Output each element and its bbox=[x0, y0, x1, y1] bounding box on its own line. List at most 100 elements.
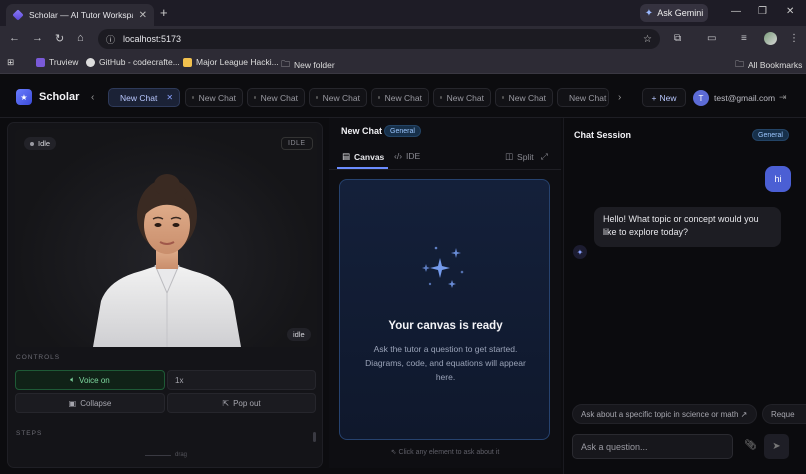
drag-label: drag bbox=[175, 452, 188, 458]
chevron-right-icon[interactable]: › bbox=[618, 92, 621, 103]
split-button[interactable]: ◫ Split bbox=[505, 151, 534, 162]
home-icon[interactable]: ⌂ bbox=[77, 32, 84, 44]
folder-icon: 🗀 bbox=[281, 59, 291, 69]
chat-title: New Chat bbox=[341, 126, 383, 136]
chat-tab-label: New Chat bbox=[384, 92, 422, 103]
send-button[interactable]: ➤ bbox=[764, 434, 789, 459]
steps-label: STEPS bbox=[16, 430, 43, 437]
suggestion-chip[interactable]: Ask about a specific topic in science or… bbox=[572, 404, 757, 424]
canvas-area[interactable]: Your canvas is ready Ask the tutor a que… bbox=[339, 179, 550, 440]
all-bookmarks[interactable]: 🗀 All Bookmarks bbox=[735, 57, 802, 73]
tab-canvas[interactable]: ▤ Canvas bbox=[342, 151, 384, 162]
chat-tab-label: New Chat bbox=[446, 92, 484, 103]
chat-session-title: Chat Session bbox=[574, 130, 632, 140]
pop-out-button[interactable]: ⇱ Pop out bbox=[167, 393, 316, 413]
collapse-icon: ▣ bbox=[68, 398, 77, 408]
browser-menu-icon[interactable]: ⋮ bbox=[789, 33, 799, 44]
app-header: ★ Scholar ‹ New Chat ✕ New Chat New Chat… bbox=[0, 74, 806, 118]
tutor-avatar-figure bbox=[93, 174, 241, 347]
chat-tab[interactable]: New Chat bbox=[433, 88, 491, 107]
avatar-state-label: idle bbox=[293, 330, 305, 339]
site-info-icon[interactable]: ⓘ bbox=[106, 33, 115, 46]
browser-tab[interactable]: Scholar — AI Tutor Workspace ✕ bbox=[6, 4, 154, 26]
browser-profile-avatar[interactable] bbox=[764, 32, 777, 45]
pop-out-label: Pop out bbox=[233, 398, 261, 408]
restore-icon[interactable]: ❐ bbox=[758, 6, 767, 17]
tab-ide[interactable]: ‹/› IDE bbox=[394, 151, 420, 161]
speed-value: 1x bbox=[175, 375, 184, 385]
split-icon: ◫ bbox=[505, 151, 514, 161]
scholar-favicon-icon bbox=[12, 9, 24, 21]
assistant-message: Hello! What topic or concept would you l… bbox=[594, 207, 781, 247]
avatar-state-pill: idle bbox=[287, 328, 311, 341]
close-chat-tab-icon[interactable]: ✕ bbox=[166, 93, 173, 102]
chat-tab[interactable]: New Chat bbox=[309, 88, 367, 107]
ask-gemini-button[interactable]: ✦ Ask Gemini bbox=[640, 4, 708, 22]
chat-tab[interactable]: New Chat bbox=[247, 88, 305, 107]
canvas-hint: ⇖ Click any element to ask about it bbox=[329, 448, 561, 456]
url-text: localhost:5173 bbox=[123, 34, 182, 44]
bookmark-github[interactable]: GitHub - codecrafte... bbox=[86, 57, 180, 67]
extensions-icon[interactable]: ⧉ bbox=[674, 33, 681, 44]
bookmark-star-icon[interactable]: ☆ bbox=[643, 34, 652, 45]
cast-icon[interactable]: ▭ bbox=[707, 33, 716, 44]
tab-dot-icon bbox=[316, 96, 318, 99]
bookmark-truview[interactable]: Truview bbox=[36, 57, 78, 67]
collapse-label: Collapse bbox=[80, 398, 112, 408]
address-bar[interactable]: ⓘ localhost:5173 ☆ bbox=[98, 29, 660, 49]
expand-icon[interactable]: ⤢ bbox=[541, 151, 548, 162]
ask-gemini-label: Ask Gemini bbox=[657, 8, 704, 18]
back-icon[interactable]: ← bbox=[9, 32, 20, 44]
steps-scrollbar[interactable] bbox=[313, 432, 316, 442]
chat-panel: Chat Session General hi Hello! What topi… bbox=[563, 118, 806, 474]
session-badge: General bbox=[752, 129, 789, 141]
forward-icon[interactable]: → bbox=[32, 32, 43, 44]
apps-grid-icon[interactable]: ⊞ bbox=[7, 57, 14, 68]
question-input[interactable] bbox=[572, 434, 733, 459]
canvas-icon: ▤ bbox=[342, 151, 351, 161]
logout-icon[interactable]: ⇥ bbox=[779, 92, 787, 103]
chat-tab-label: New Chat bbox=[508, 92, 546, 103]
all-bookmarks-label: All Bookmarks bbox=[748, 60, 803, 70]
chat-tab[interactable]: New Chat bbox=[185, 88, 243, 107]
sparkles-icon bbox=[422, 246, 464, 288]
chat-tab-label: New Chat bbox=[569, 92, 607, 103]
user-message: hi bbox=[765, 166, 791, 192]
reload-icon[interactable]: ↻ bbox=[55, 32, 64, 45]
chat-tab[interactable]: New Chat ✕ bbox=[108, 88, 180, 107]
chat-tab[interactable]: New Chat bbox=[557, 88, 609, 107]
tab-divider bbox=[329, 169, 561, 170]
bookmark-mlh[interactable]: Major League Hacki... bbox=[183, 57, 279, 67]
bookmark-label: GitHub - codecrafte... bbox=[99, 57, 180, 67]
user-avatar[interactable]: T bbox=[693, 90, 709, 106]
brand-name: Scholar bbox=[39, 91, 80, 103]
media-icon[interactable]: ≡ bbox=[741, 33, 747, 44]
chat-tab[interactable]: New Chat bbox=[495, 88, 553, 107]
chat-tab-label: New Chat bbox=[260, 92, 298, 103]
collapse-button[interactable]: ▣ Collapse bbox=[15, 393, 165, 413]
tab-dot-icon bbox=[378, 96, 380, 99]
suggestion-chip[interactable]: Reque bbox=[762, 404, 806, 424]
minimize-icon[interactable]: — bbox=[731, 6, 741, 17]
bookmark-label: Truview bbox=[49, 57, 79, 67]
canvas-heading: Your canvas is ready bbox=[388, 320, 503, 332]
tab-dot-icon bbox=[502, 96, 504, 99]
new-chat-button[interactable]: + New bbox=[642, 88, 686, 107]
scholar-logo-icon: ★ bbox=[16, 89, 32, 105]
bookmark-label: New folder bbox=[294, 60, 335, 70]
attach-icon[interactable]: 📎︎ bbox=[744, 440, 757, 451]
drag-handle[interactable] bbox=[145, 455, 171, 456]
new-tab-icon[interactable]: + bbox=[160, 5, 168, 20]
plus-icon: + bbox=[651, 92, 657, 103]
user-email: test@gmail.com bbox=[714, 93, 776, 103]
close-tab-icon[interactable]: ✕ bbox=[139, 10, 147, 21]
close-window-icon[interactable]: ✕ bbox=[786, 6, 794, 17]
chevron-left-icon[interactable]: ‹ bbox=[91, 92, 94, 103]
browser-titlebar: Scholar — AI Tutor Workspace ✕ + ✦ Ask G… bbox=[0, 0, 806, 26]
chat-tab[interactable]: New Chat bbox=[371, 88, 429, 107]
split-label: Split bbox=[517, 151, 534, 162]
bookmark-new-folder[interactable]: 🗀 New folder bbox=[281, 57, 335, 73]
tab-dot-icon bbox=[440, 96, 442, 99]
speed-selector[interactable]: 1x bbox=[167, 370, 316, 390]
voice-toggle-button[interactable]: 🔈︎ Voice on bbox=[15, 370, 165, 390]
